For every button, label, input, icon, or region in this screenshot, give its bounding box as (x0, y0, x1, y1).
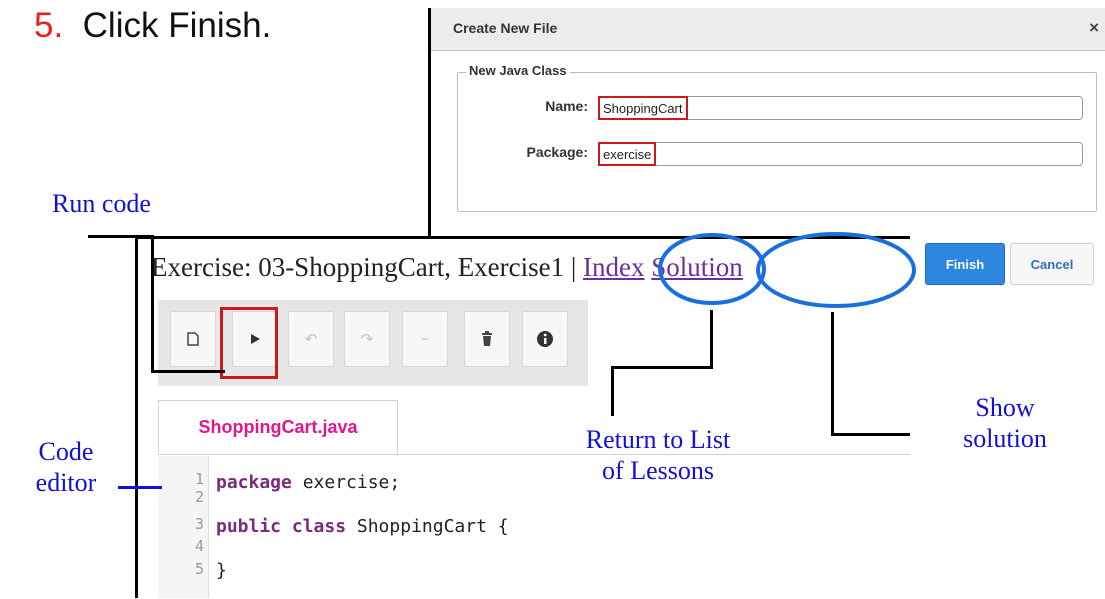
file-tab[interactable]: ShoppingCart.java (158, 400, 398, 454)
fieldset-legend: New Java Class (466, 63, 570, 78)
connector-line (151, 235, 154, 372)
cancel-button[interactable]: Cancel (1010, 243, 1094, 285)
index-link[interactable]: Index (583, 252, 644, 282)
connector-line (710, 310, 713, 368)
index-callout (658, 233, 766, 305)
connector-line (831, 433, 910, 436)
package-label: Package: (526, 144, 588, 160)
name-value: ShoppingCart (598, 96, 688, 120)
redo-button[interactable]: ↷ (344, 311, 390, 367)
label-line: of Lessons (602, 456, 714, 486)
step-text: Click Finish. (82, 6, 272, 45)
trash-icon (482, 331, 492, 346)
undo-icon: ↶ (304, 331, 318, 348)
comment-icon: ┉ (421, 332, 429, 346)
new-file-button[interactable] (170, 311, 216, 367)
code-editor-label: Code editor (10, 436, 122, 498)
connector-line (611, 366, 614, 416)
step-number: 5. (34, 6, 64, 45)
comment-button[interactable]: ┉ (402, 311, 448, 367)
line-number: 4 (194, 537, 204, 555)
new-file-icon (187, 332, 199, 346)
line-number: 2 (194, 488, 204, 506)
line-number: 5 (194, 560, 204, 578)
connector-line (88, 235, 154, 238)
info-button[interactable] (522, 311, 568, 367)
code-text: ShoppingCart { (346, 516, 509, 537)
show-solution-label: Show solution (930, 392, 1080, 454)
redo-icon: ↷ (360, 331, 374, 348)
label-line: Code (38, 437, 94, 466)
undo-button[interactable]: ↶ (288, 311, 334, 367)
close-icon[interactable]: × (1089, 18, 1099, 38)
callout-ellipses (658, 232, 916, 308)
label-line: Return to List (585, 425, 731, 454)
label-line: editor (35, 468, 97, 498)
label-line: solution (963, 424, 1047, 454)
exercise-title: Exercise: 03-ShoppingCart, Exercise1 (151, 252, 565, 282)
package-value: exercise (598, 142, 657, 166)
title-separator: | (570, 252, 577, 282)
step-instruction: 5. Click Finish. (34, 6, 271, 46)
label-line: Show (975, 393, 1035, 422)
connector-line (611, 366, 713, 369)
solution-callout (756, 232, 916, 308)
dialog-titlebar: Create New File × (431, 8, 1105, 51)
code-line-3: public class ShoppingCart { (216, 516, 509, 537)
code-line-5: } (216, 560, 227, 581)
delete-button[interactable] (464, 311, 510, 367)
code-line-1: package exercise; (216, 472, 400, 493)
create-new-file-dialog: Create New File × New Java Class Name: S… (428, 8, 1105, 236)
new-java-class-fieldset: New Java Class Name: ShoppingCart Packag… (457, 63, 1097, 212)
keyword: public class (216, 516, 347, 537)
name-label: Name: (545, 98, 588, 114)
code-editor-pointer (118, 486, 162, 489)
run-highlight (220, 307, 278, 379)
dialog-title: Create New File (453, 20, 558, 36)
return-to-list-label: Return to List of Lessons (532, 424, 784, 486)
run-code-label: Run code (52, 189, 151, 218)
info-icon (537, 331, 553, 347)
package-field[interactable]: exercise (598, 142, 1083, 166)
finish-button[interactable]: Finish (925, 243, 1005, 285)
line-number: 3 (194, 515, 204, 533)
connector-line (151, 370, 225, 373)
keyword: package (216, 472, 292, 493)
name-field[interactable]: ShoppingCart (598, 96, 1083, 120)
connector-line (831, 312, 834, 436)
code-text: exercise; (291, 472, 401, 493)
line-number: 1 (194, 470, 204, 488)
